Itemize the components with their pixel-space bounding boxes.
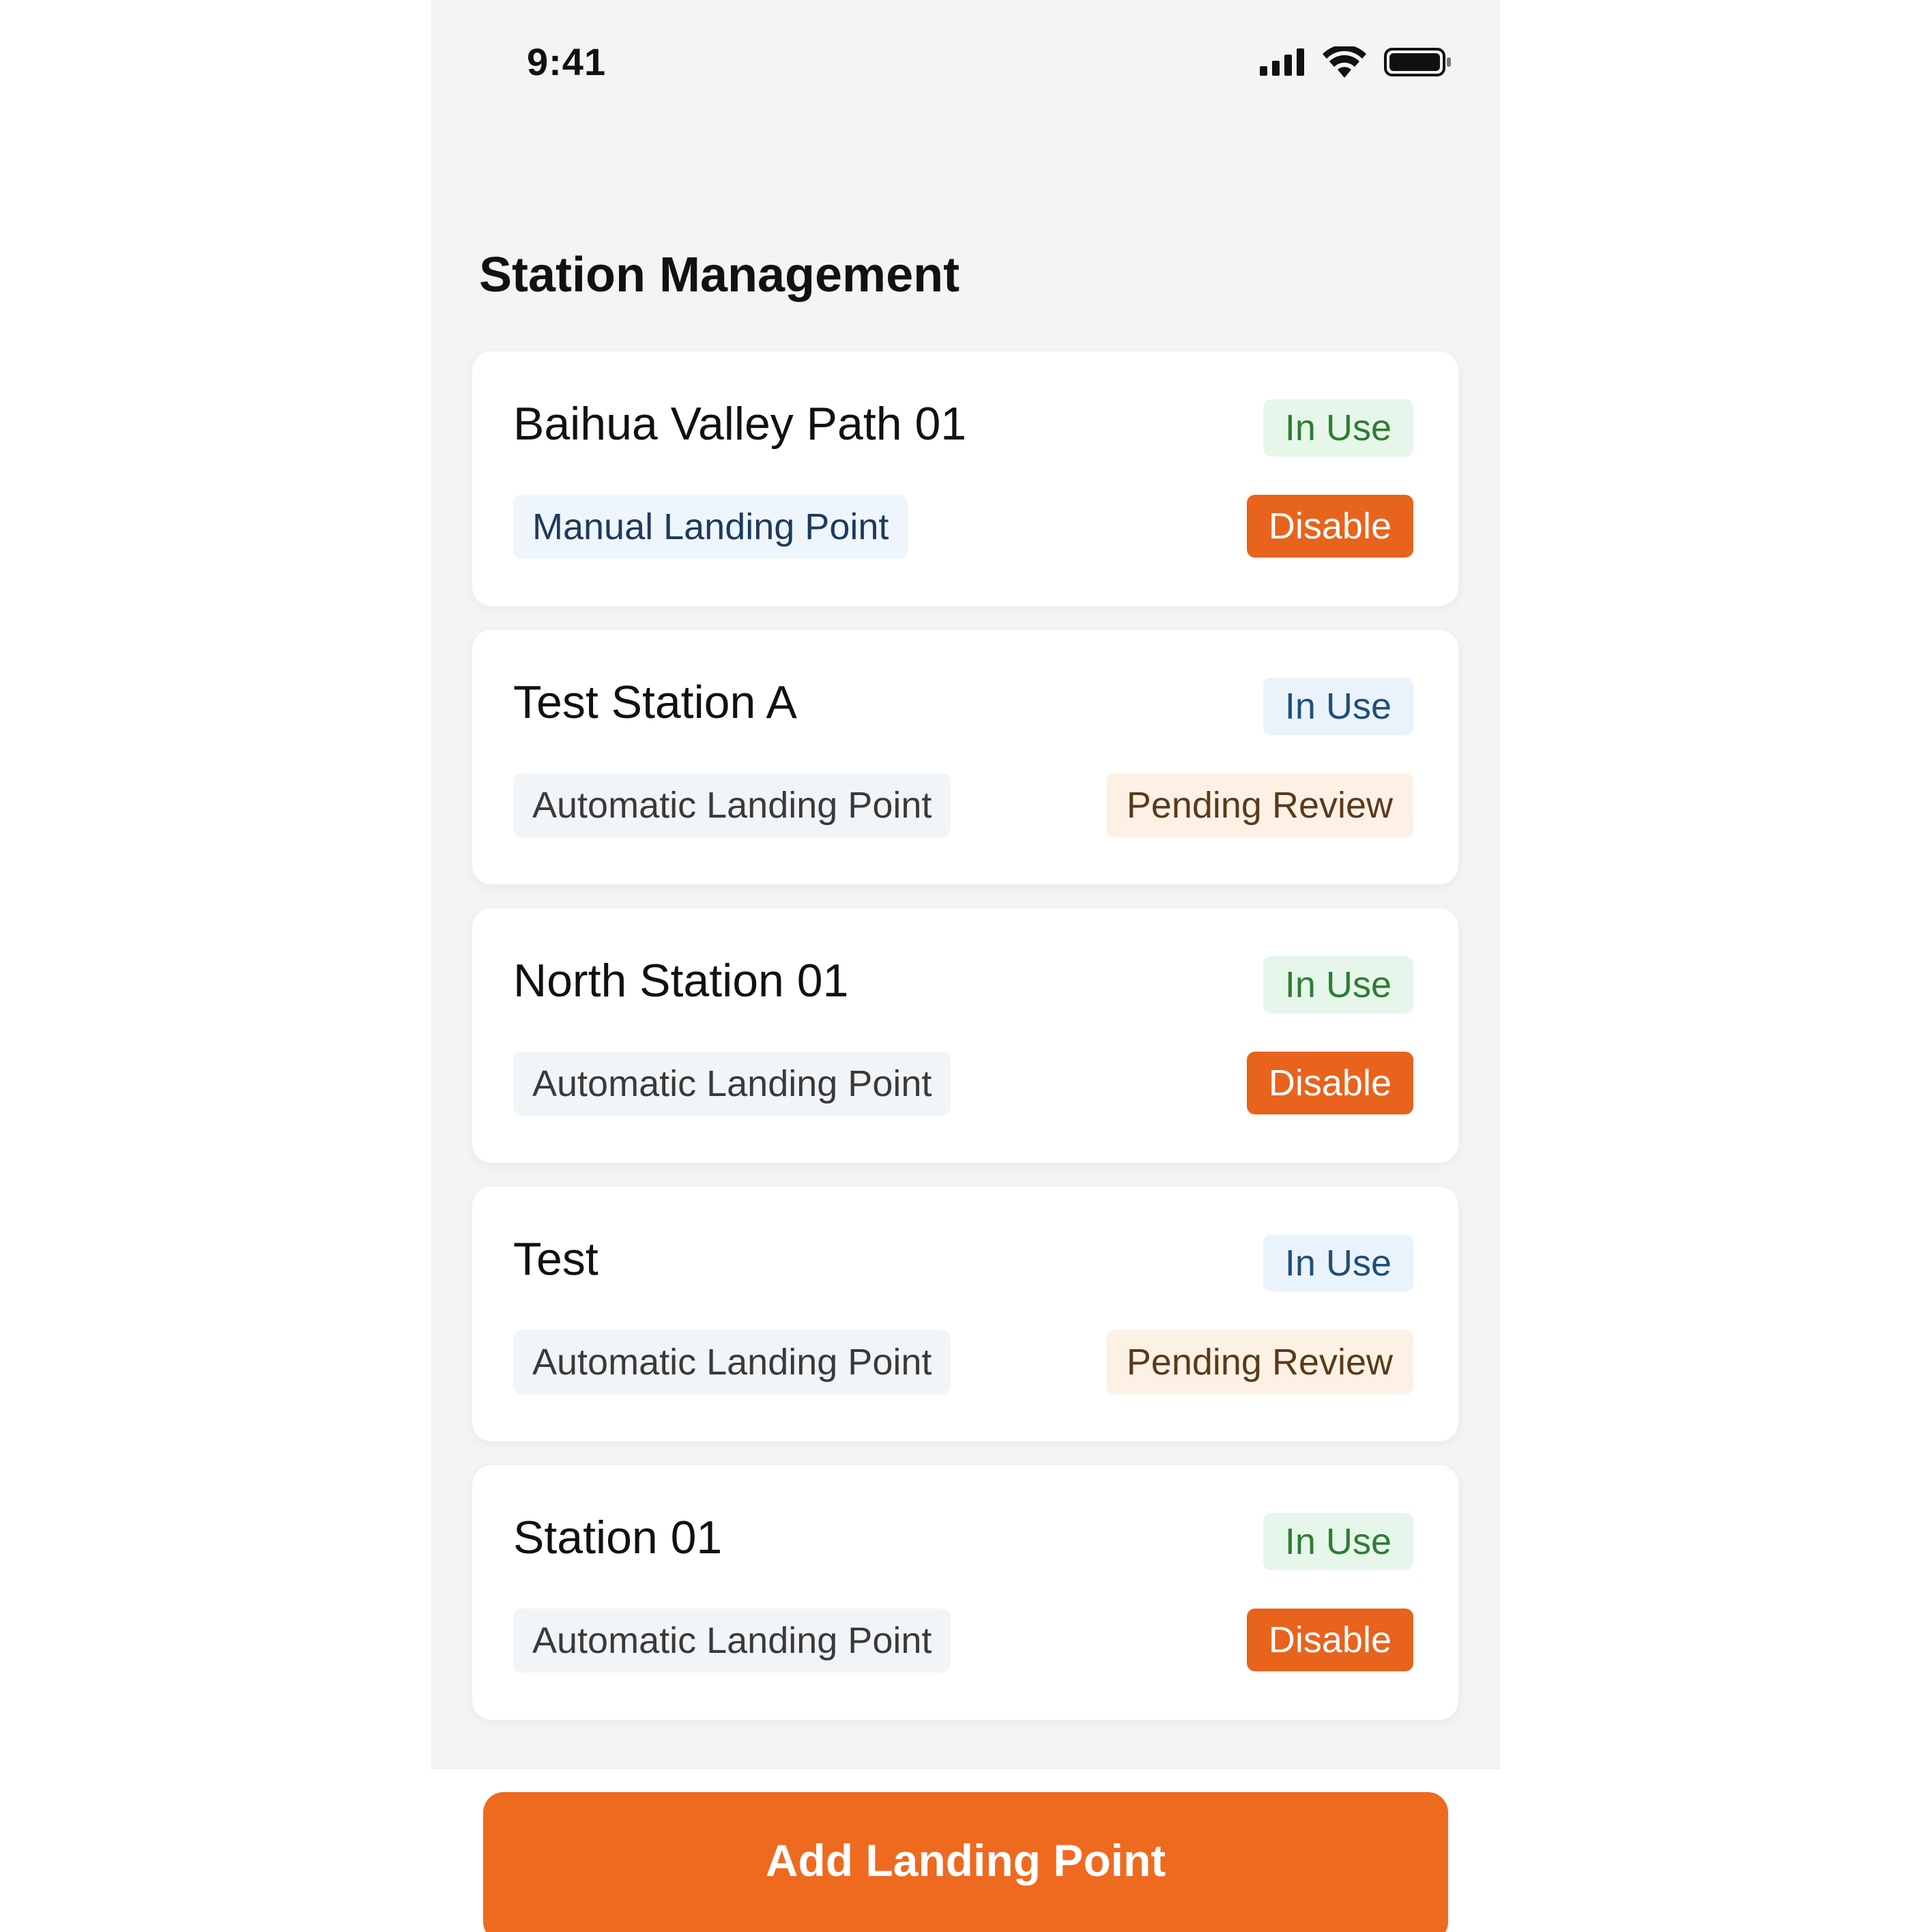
station-card[interactable]: Baihua Valley Path 01 In Use Manual Land… xyxy=(472,351,1458,606)
pending-review-badge: Pending Review xyxy=(1106,773,1413,837)
station-card[interactable]: Test In Use Automatic Landing Point Pend… xyxy=(472,1187,1458,1441)
status-time: 9:41 xyxy=(527,40,607,83)
station-card[interactable]: Station 01 In Use Automatic Landing Poin… xyxy=(472,1465,1458,1720)
status-badge: In Use xyxy=(1263,1235,1413,1292)
station-card[interactable]: Test Station A In Use Automatic Landing … xyxy=(472,630,1458,884)
status-badge: In Use xyxy=(1263,1513,1413,1570)
station-list: Baihua Valley Path 01 In Use Manual Land… xyxy=(472,351,1458,1744)
station-name: Station 01 xyxy=(513,1512,723,1563)
page-title: Station Management xyxy=(479,248,960,302)
add-landing-point-button[interactable]: Add Landing Point xyxy=(483,1792,1448,1932)
phone-screen: 9:41 Station Management Baihua Valley Pa… xyxy=(431,0,1500,1932)
landing-type-tag: Automatic Landing Point xyxy=(513,1330,951,1394)
disable-button[interactable]: Disable xyxy=(1246,495,1413,558)
landing-type-tag: Automatic Landing Point xyxy=(513,1052,951,1116)
station-name: Baihua Valley Path 01 xyxy=(513,398,967,450)
battery-icon xyxy=(1384,48,1452,80)
status-badge: In Use xyxy=(1263,399,1413,457)
station-card[interactable]: North Station 01 In Use Automatic Landin… xyxy=(472,908,1458,1163)
station-name: North Station 01 xyxy=(513,955,849,1007)
landing-type-tag: Manual Landing Point xyxy=(513,495,908,559)
disable-button[interactable]: Disable xyxy=(1246,1052,1413,1114)
landing-type-tag: Automatic Landing Point xyxy=(513,1609,951,1673)
status-badge: In Use xyxy=(1263,678,1413,735)
status-icons xyxy=(1260,44,1452,81)
bottom-action-bar: Add Landing Point xyxy=(431,1768,1500,1932)
station-name: Test xyxy=(513,1233,599,1285)
status-badge: In Use xyxy=(1263,956,1413,1013)
station-name: Test Station A xyxy=(513,676,797,728)
disable-button[interactable]: Disable xyxy=(1246,1609,1413,1671)
wifi-icon xyxy=(1323,44,1366,81)
pending-review-badge: Pending Review xyxy=(1106,1330,1413,1394)
status-bar: 9:41 xyxy=(431,0,1500,130)
cellular-signal-icon xyxy=(1260,48,1305,79)
landing-type-tag: Automatic Landing Point xyxy=(513,773,951,837)
